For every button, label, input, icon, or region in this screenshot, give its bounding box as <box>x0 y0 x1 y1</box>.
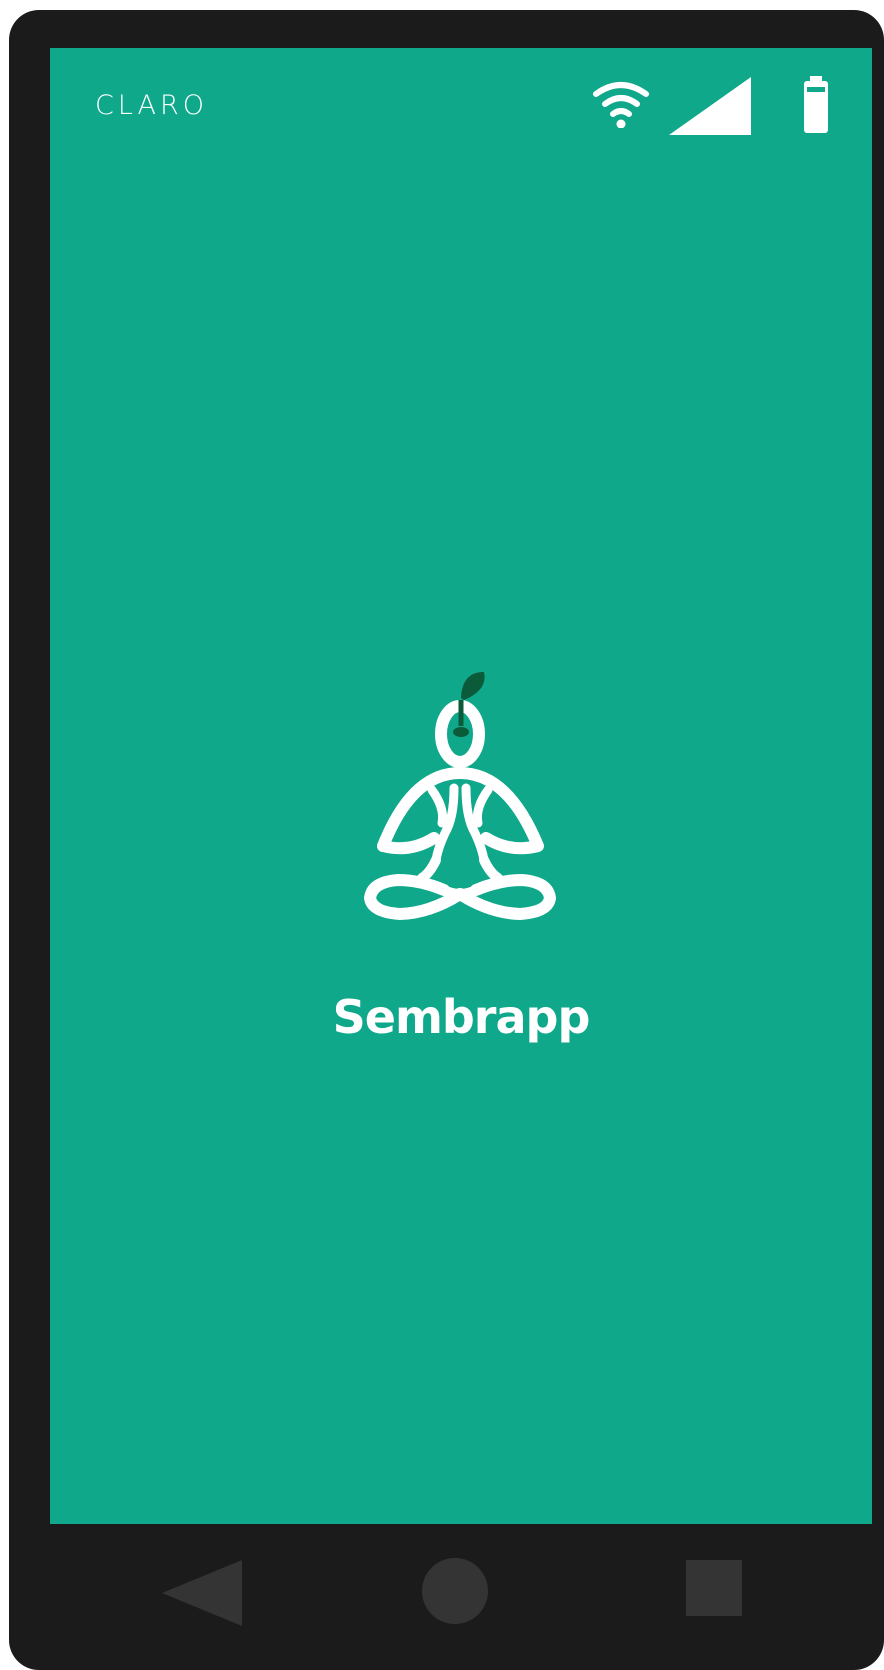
app-screen: CLARO Sembrapp <box>50 48 872 1524</box>
meditating-sprout-logo-icon <box>363 672 557 921</box>
app-name: Sembrapp <box>332 990 591 1044</box>
battery-icon <box>804 76 828 133</box>
wifi-icon <box>593 82 649 128</box>
signal-icon <box>669 77 751 135</box>
splash-content: Sembrapp <box>50 668 872 1068</box>
status-bar: CLARO <box>50 48 872 158</box>
phone-frame: CLARO Sembrapp <box>9 10 884 1670</box>
carrier-label: CLARO <box>95 90 208 121</box>
home-icon[interactable] <box>422 1558 488 1624</box>
navigation-bar <box>9 1524 884 1670</box>
recents-icon[interactable] <box>686 1560 742 1616</box>
back-icon[interactable] <box>162 1560 242 1626</box>
